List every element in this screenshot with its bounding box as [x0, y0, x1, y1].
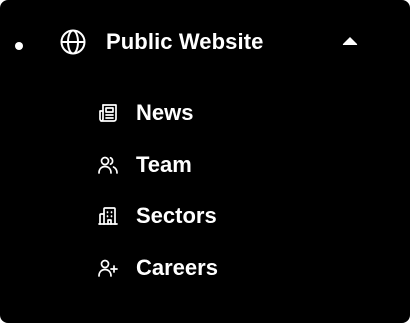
- menu-item-label: Team: [136, 152, 192, 177]
- menu-group-label: Public Website: [106, 29, 264, 54]
- user-plus-icon: [95, 255, 121, 281]
- menu-item-sectors[interactable]: Sectors: [95, 199, 355, 233]
- menu-group-public-website[interactable]: Public Website: [58, 24, 368, 60]
- newspaper-icon: [95, 100, 121, 126]
- chevron-up-icon[interactable]: [340, 33, 360, 49]
- menu-item-careers[interactable]: Careers: [95, 251, 355, 285]
- menu-item-label: Careers: [136, 255, 218, 280]
- navigation-panel: Public Website News Team Sectors Careers: [0, 0, 410, 323]
- globe-icon: [58, 27, 88, 57]
- menu-item-label: News: [136, 100, 194, 125]
- active-indicator-dot: [15, 42, 23, 50]
- menu-item-news[interactable]: News: [95, 96, 355, 130]
- users-icon: [95, 152, 121, 178]
- menu-item-team[interactable]: Team: [95, 148, 355, 182]
- building-icon: [95, 203, 121, 229]
- menu-item-label: Sectors: [136, 203, 217, 228]
